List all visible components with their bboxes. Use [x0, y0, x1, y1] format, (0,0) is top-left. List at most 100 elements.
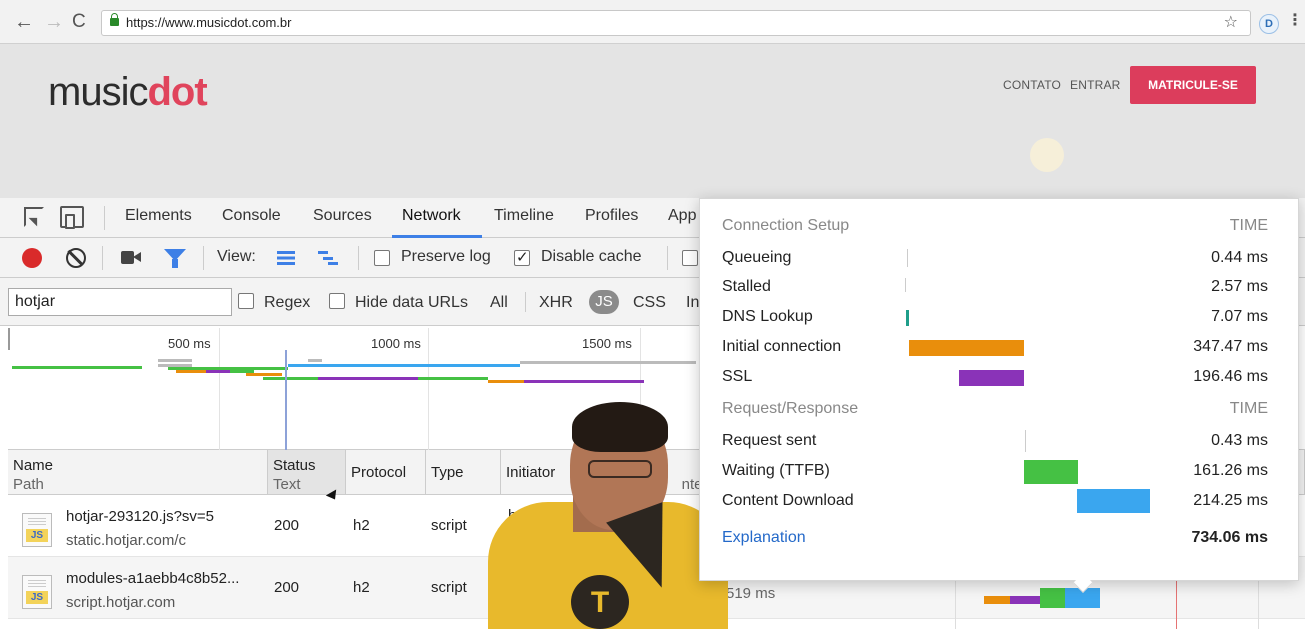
request-protocol: h2: [353, 579, 370, 596]
overview-bar: [263, 377, 323, 380]
type-filter-js[interactable]: JS: [589, 290, 619, 314]
forward-arrow-icon[interactable]: →: [44, 9, 64, 35]
overview-tick-label: 1500 ms: [582, 336, 632, 351]
request-protocol: h2: [353, 517, 370, 534]
type-filter-img[interactable]: In: [686, 294, 699, 312]
timing-bar-ttfb: [1024, 460, 1078, 484]
nav-link-contato[interactable]: CONTATO: [1003, 78, 1061, 92]
lock-icon: [110, 13, 119, 26]
device-toolbar-icon[interactable]: [60, 206, 84, 229]
inspect-element-icon[interactable]: [24, 207, 44, 227]
nav-link-entrar[interactable]: ENTRAR: [1070, 78, 1121, 92]
regex-label: Regex: [264, 294, 311, 311]
waterfall-segment-connection: [984, 596, 1010, 604]
overview-bar: [318, 377, 418, 380]
column-title: Type: [431, 464, 464, 481]
bookmark-star-icon[interactable]: ☆: [1224, 11, 1238, 35]
type-filter-all[interactable]: All: [490, 294, 508, 312]
timing-bar-ssl: [959, 370, 1024, 386]
filter-input[interactable]: [8, 288, 232, 316]
presenter-hair: [572, 402, 668, 452]
overview-bar: [524, 380, 644, 383]
tab-sources[interactable]: Sources: [313, 207, 372, 225]
record-icon[interactable]: [22, 248, 42, 268]
waterfall-gridline: [955, 581, 956, 629]
type-filter-css[interactable]: CSS: [633, 294, 666, 312]
time-column-heading: TIME: [1229, 400, 1268, 417]
timing-value-content-download: 214.25 ms: [1193, 492, 1268, 509]
back-arrow-icon[interactable]: ←: [14, 9, 34, 35]
time-column-heading: TIME: [1229, 217, 1268, 234]
timing-bar-stalled: [905, 278, 906, 292]
js-file-icon: JS: [22, 513, 52, 547]
hide-data-urls-checkbox[interactable]: [329, 293, 345, 309]
offline-checkbox[interactable]: [682, 250, 698, 266]
column-title: Status: [273, 457, 316, 474]
timing-label-ssl: SSL: [722, 368, 753, 385]
type-filter-xhr[interactable]: XHR: [539, 294, 573, 312]
overview-icon[interactable]: [318, 251, 338, 265]
explanation-link[interactable]: Explanation: [722, 529, 806, 547]
preserve-log-label: Preserve log: [401, 248, 491, 265]
overview-bar: [308, 359, 322, 362]
request-name: modules-a1aebb4c8b52...: [66, 570, 240, 587]
request-path: script.hotjar.com: [66, 594, 176, 611]
column-header-name[interactable]: Name Path: [8, 450, 268, 495]
address-bar[interactable]: https://www.musicdot.com.br ☆: [101, 10, 1251, 36]
column-header-protocol[interactable]: Protocol: [346, 450, 426, 495]
connection-setup-heading: Connection Setup: [722, 217, 850, 234]
timing-bar-initial-connection: [909, 340, 1024, 356]
regex-checkbox[interactable]: [238, 293, 254, 309]
overview-bar: [520, 361, 696, 364]
timing-bar-queueing: [907, 249, 908, 267]
waterfall-segment-ttfb: [1040, 588, 1065, 608]
load-event-line: [1176, 581, 1177, 629]
overview-bar: [488, 380, 524, 383]
timing-label-content-download: Content Download: [722, 492, 854, 509]
overview-bar: [206, 370, 230, 373]
timing-value-queueing: 0.44 ms: [1211, 249, 1268, 266]
overview-bar: [418, 377, 488, 380]
request-status: 200: [274, 579, 300, 596]
logo-accent: dot: [147, 70, 207, 114]
browser-toolbar: ← → C https://www.musicdot.com.br ☆ D ⋮: [0, 0, 1305, 44]
capture-screenshots-icon[interactable]: [121, 251, 141, 264]
tab-elements[interactable]: Elements: [125, 207, 192, 225]
timing-value-stalled: 2.57 ms: [1211, 278, 1268, 295]
column-title: Protocol: [351, 464, 407, 481]
overview-bar: [158, 359, 192, 362]
column-header-status[interactable]: Status Text: [268, 450, 346, 495]
extension-icon[interactable]: D: [1259, 14, 1279, 34]
timing-popover: Connection Setup TIME Queueing 0.44 ms S…: [699, 198, 1299, 581]
site-logo[interactable]: musicdot: [48, 70, 208, 115]
overview-cursor: [285, 350, 287, 450]
divider: [203, 246, 204, 270]
large-rows-icon[interactable]: [277, 251, 295, 265]
browser-menu-icon[interactable]: ⋮: [1287, 10, 1303, 30]
overview-gridline: [219, 328, 220, 450]
request-response-heading: Request/Response: [722, 400, 859, 417]
preserve-log-checkbox[interactable]: [374, 250, 390, 266]
timing-bar-request-sent: [1025, 430, 1026, 452]
tab-application[interactable]: App: [668, 207, 696, 225]
reload-icon[interactable]: C: [72, 9, 86, 35]
request-type: script: [431, 579, 467, 596]
overview-bar: [246, 373, 282, 376]
divider: [667, 246, 668, 270]
presenter-glasses: [588, 460, 652, 478]
column-title: Name: [13, 457, 54, 474]
url-text: https://www.musicdot.com.br: [126, 15, 292, 30]
tab-network[interactable]: Network: [402, 207, 461, 225]
disable-cache-checkbox[interactable]: [514, 248, 530, 266]
enroll-button[interactable]: MATRICULE-SE: [1130, 66, 1256, 104]
tab-profiles[interactable]: Profiles: [585, 207, 638, 225]
divider: [358, 246, 359, 270]
tab-timeline[interactable]: Timeline: [494, 207, 554, 225]
decorative-circle: [1030, 138, 1064, 172]
disable-cache-label: Disable cache: [541, 248, 642, 265]
timing-bar-content-download: [1077, 489, 1150, 513]
clear-icon[interactable]: [66, 248, 86, 268]
timing-label-stalled: Stalled: [722, 278, 771, 295]
filter-icon[interactable]: [164, 249, 186, 268]
tab-console[interactable]: Console: [222, 207, 281, 225]
